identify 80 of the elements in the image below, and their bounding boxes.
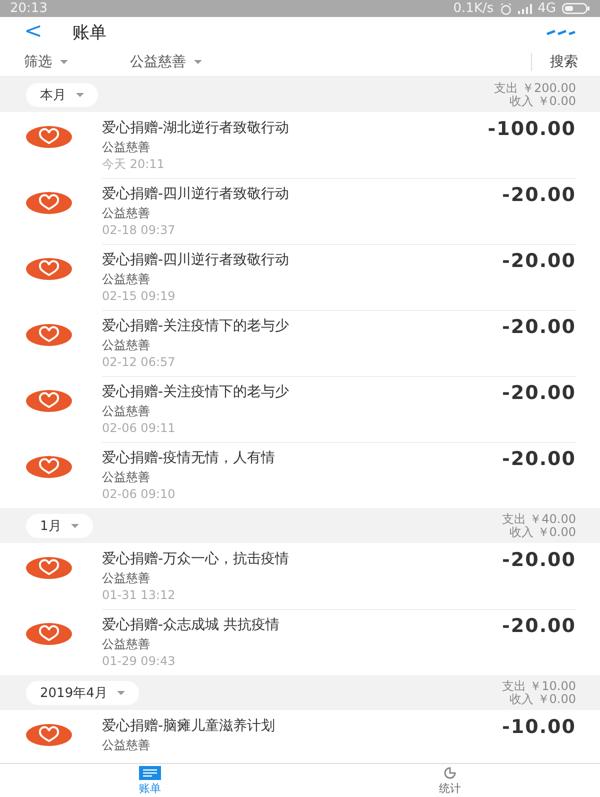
item-time: 02-18 09:37	[102, 222, 176, 238]
item-title: 爱心捐赠-关注疫情下的老与少	[102, 383, 290, 402]
clock: 20:13	[10, 1, 48, 16]
item-category: 公益慈善	[102, 271, 151, 288]
heart-logo-icon	[26, 126, 72, 148]
item-category: 公益慈善	[102, 737, 151, 754]
item-time: 02-06 09:11	[102, 420, 176, 436]
more-icon[interactable]	[546, 29, 576, 35]
item-category: 公益慈善	[102, 205, 151, 222]
item-amount: -20.00	[502, 316, 576, 340]
item-category: 公益慈善	[102, 636, 151, 653]
month-selector[interactable]: 本月	[26, 82, 98, 106]
heart-logo-icon	[26, 258, 72, 280]
item-amount: -10.00	[502, 716, 576, 740]
item-category: 公益慈善	[102, 403, 151, 420]
item-amount: -20.00	[502, 382, 576, 406]
alarm-icon	[500, 2, 512, 14]
caret-icon	[76, 92, 84, 96]
network-speed: 0.1K/s	[453, 1, 494, 16]
item-time: 02-12 06:57	[102, 354, 176, 370]
bill-item[interactable]: 爱心捐赠-万众一心，抗击疫情 公益慈善 01-31 13:12 -20.00	[0, 543, 600, 609]
item-amount: -20.00	[502, 549, 576, 573]
item-title: 爱心捐赠-脑瘫儿童滋养计划	[102, 717, 276, 736]
item-time: 02-06 09:10	[102, 486, 176, 502]
month-selector[interactable]: 2019年4月	[26, 680, 140, 704]
expense-total: 支出 ￥10.00	[502, 680, 576, 692]
item-title: 爱心捐赠-众志成城 共抗疫情	[102, 616, 280, 635]
bill-item[interactable]: 爱心捐赠-关注疫情下的老与少 公益慈善 02-06 09:11 -20.00	[0, 376, 600, 442]
expense-total: 支出 ￥200.00	[494, 82, 576, 94]
item-time: 今天 20:11	[102, 156, 166, 172]
heart-logo-icon	[26, 623, 72, 645]
bill-item[interactable]: 爱心捐赠-四川逆行者致敬行动 公益慈善 02-15 09:19 -20.00	[0, 244, 600, 310]
item-time: 01-29 09:43	[102, 653, 176, 669]
item-amount: -20.00	[502, 250, 576, 274]
heart-logo-icon	[26, 390, 72, 412]
heart-logo-icon	[26, 456, 72, 478]
item-category: 公益慈善	[102, 570, 151, 587]
income-total: 收入 ￥0.00	[509, 526, 576, 538]
item-amount: -20.00	[502, 448, 576, 472]
item-title: 爱心捐赠-疫情无情，人有情	[102, 449, 276, 468]
item-title: 爱心捐赠-关注疫情下的老与少	[102, 317, 290, 336]
item-time: 01-31 13:12	[102, 587, 176, 603]
filter-dropdown[interactable]: 筛选	[24, 52, 68, 70]
nav-tab[interactable]: 统计	[300, 764, 600, 797]
list-icon	[139, 766, 161, 780]
item-title: 爱心捐赠-万众一心，抗击疫情	[102, 550, 290, 569]
caret-icon	[71, 524, 80, 528]
page-title: 账单	[72, 22, 106, 44]
search-button[interactable]: 搜索	[531, 52, 600, 70]
item-category: 公益慈善	[102, 337, 151, 354]
signal-icon	[518, 4, 532, 14]
income-total: 收入 ￥0.00	[509, 94, 576, 108]
heart-logo-icon	[26, 557, 72, 579]
heart-logo-icon	[26, 324, 72, 346]
item-time: 02-15 09:19	[102, 288, 176, 304]
caret-icon	[194, 60, 202, 64]
item-category: 公益慈善	[102, 139, 151, 156]
expense-total: 支出 ￥40.00	[502, 512, 576, 526]
bill-item[interactable]: 爱心捐赠-湖北逆行者致敬行动 公益慈善 今天 20:11 -100.00	[0, 112, 600, 178]
battery-icon	[562, 3, 590, 14]
nav-tab[interactable]: 账单	[0, 764, 300, 797]
item-category: 公益慈善	[102, 469, 151, 486]
month-selector[interactable]: 1月	[26, 514, 94, 538]
heart-logo-icon	[26, 192, 72, 214]
filter-dropdown[interactable]: 公益慈善	[130, 52, 202, 70]
income-total: 收入 ￥0.00	[509, 692, 576, 706]
item-amount: -20.00	[502, 615, 576, 639]
heart-logo-icon	[26, 724, 72, 746]
item-title: 爱心捐赠-湖北逆行者致敬行动	[102, 119, 290, 138]
network-type: 4G	[538, 1, 556, 16]
caret-icon	[117, 690, 126, 694]
back-button[interactable]: <	[24, 21, 42, 43]
bill-item[interactable]: 爱心捐赠-四川逆行者致敬行动 公益慈善 02-18 09:37 -20.00	[0, 178, 600, 244]
item-amount: -20.00	[502, 184, 576, 208]
item-amount: -100.00	[488, 118, 576, 142]
item-title: 爱心捐赠-四川逆行者致敬行动	[102, 251, 290, 270]
item-title: 爱心捐赠-四川逆行者致敬行动	[102, 185, 290, 204]
caret-icon	[60, 60, 68, 64]
chart-icon	[442, 766, 458, 780]
bill-item[interactable]: 爱心捐赠-关注疫情下的老与少 公益慈善 02-12 06:57 -20.00	[0, 310, 600, 376]
